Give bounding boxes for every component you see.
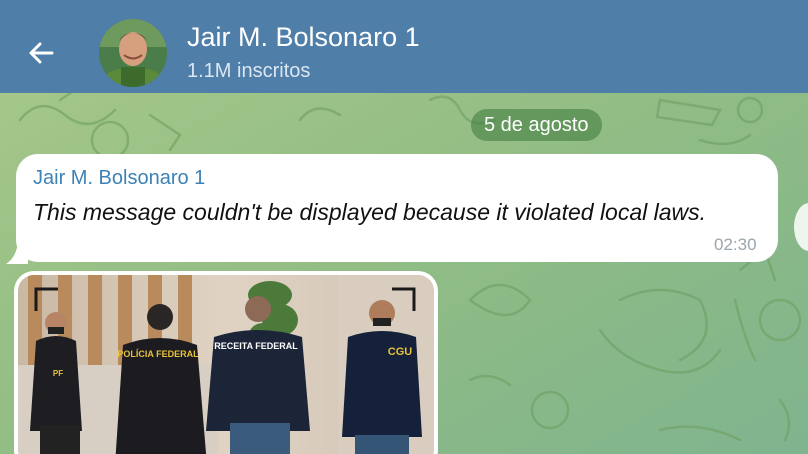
agent4-jacket-text: CGU [388,346,413,358]
message-time: 02:30 [714,235,757,254]
message-text: This message couldn't be displayed becau… [33,199,707,225]
police-photo: PF POLÍCIA FEDERAL RECEITA FEDERAL CGU [18,275,434,454]
agent2-jacket-text: POLÍCIA FEDERAL [117,349,199,359]
avatar-photo [99,19,167,87]
channel-title[interactable]: Jair M. Bolsonaro 1 [187,22,420,53]
subscriber-count: 1.1M inscritos [187,60,311,82]
channel-avatar[interactable] [99,19,167,87]
back-button[interactable] [20,32,62,74]
agent3-jacket-text: RECEITA FEDERAL [214,341,298,351]
message-sender[interactable]: Jair M. Bolsonaro 1 [33,167,205,190]
date-separator: 5 de agosto [471,109,602,141]
agent1-badge: PF [53,369,63,378]
photo-message[interactable]: PF POLÍCIA FEDERAL RECEITA FEDERAL CGU [18,275,434,454]
arrow-left-icon [29,42,54,64]
